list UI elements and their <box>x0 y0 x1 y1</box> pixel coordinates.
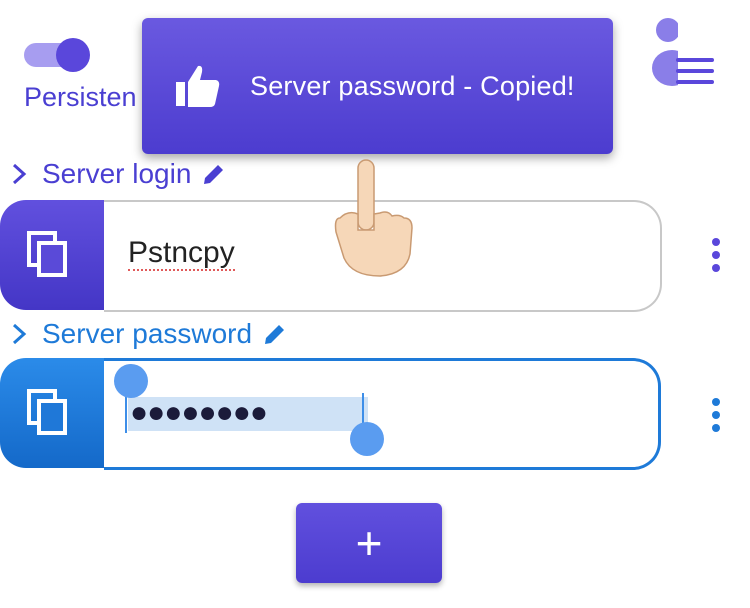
copy-password-button[interactable] <box>0 358 106 468</box>
server-password-label-row[interactable]: Server password <box>8 318 288 350</box>
server-login-label: Server login <box>42 158 192 189</box>
selection-end-handle[interactable] <box>350 422 384 456</box>
toast-message: Server password - Copied! <box>250 70 575 101</box>
chevron-right-icon[interactable] <box>8 163 30 185</box>
avatar-icon[interactable] <box>642 16 678 86</box>
persistence-label: Persisten <box>24 82 137 112</box>
copy-icon <box>27 231 67 277</box>
add-field-button[interactable]: + <box>296 503 442 583</box>
pencil-icon[interactable] <box>201 161 227 187</box>
selection-start-line <box>125 393 127 433</box>
server-password-label: Server password <box>42 318 253 349</box>
server-login-label-row[interactable]: Server login <box>8 158 227 190</box>
thumbs-up-icon <box>176 65 220 107</box>
menu-icon[interactable] <box>676 58 716 92</box>
copy-icon <box>27 389 67 435</box>
toggle-knob <box>56 38 90 72</box>
copy-login-button[interactable] <box>0 200 106 310</box>
pencil-icon[interactable] <box>262 321 288 347</box>
server-password-row: ●●●●●●●● <box>0 358 662 470</box>
server-password-field[interactable]: ●●●●●●●● <box>104 358 661 470</box>
server-login-value: Pstncpy <box>128 236 235 271</box>
server-password-value: ●●●●●●●● <box>130 396 268 429</box>
login-more-icon[interactable] <box>712 238 722 274</box>
selection-start-handle[interactable] <box>114 364 148 398</box>
pointing-hand-icon <box>334 159 413 277</box>
password-more-icon[interactable] <box>712 398 722 434</box>
chevron-right-icon[interactable] <box>8 323 30 345</box>
persistence-toggle[interactable] <box>24 38 90 72</box>
copied-toast: Server password - Copied! <box>142 18 613 154</box>
